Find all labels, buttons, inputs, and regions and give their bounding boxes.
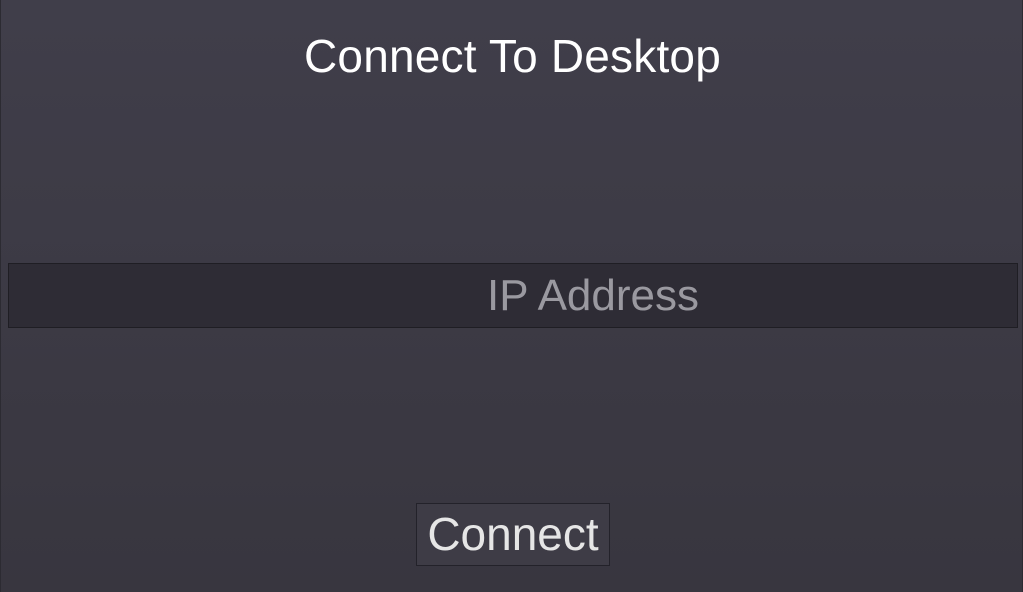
connect-button[interactable]: Connect xyxy=(416,503,610,566)
dialog-title: Connect To Desktop xyxy=(304,30,721,82)
ip-address-input[interactable] xyxy=(8,263,1018,328)
connect-dialog: Connect To Desktop Connect xyxy=(0,0,1023,592)
